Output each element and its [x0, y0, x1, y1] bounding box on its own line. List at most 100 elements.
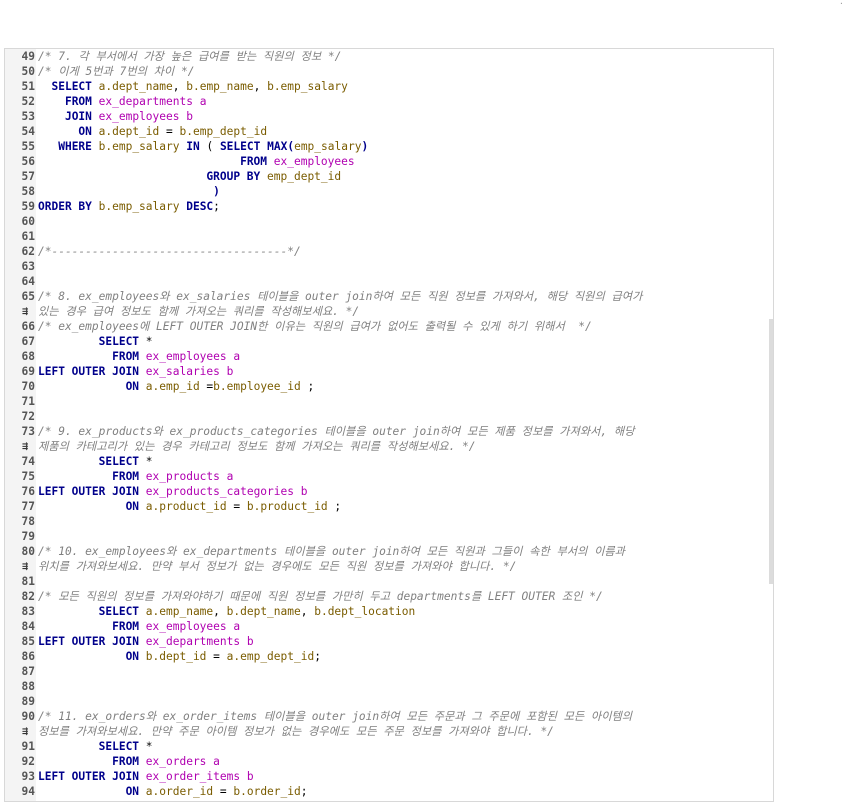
- code-line[interactable]: 77 ON a.product_id = b.product_id ;: [5, 499, 773, 514]
- code-line[interactable]: 94 ON a.order_id = b.order_id;: [5, 784, 773, 799]
- line-number: 67: [21, 335, 35, 348]
- code-line[interactable]: 93 LEFT OUTER JOIN ex_order_items b: [5, 769, 773, 784]
- token-kw: FROM: [112, 350, 140, 363]
- token-kw: SELECT: [219, 140, 261, 153]
- code-line[interactable]: 62/*-----------------------------------*…: [5, 244, 773, 259]
- line-number: 60: [21, 215, 35, 228]
- code-line[interactable]: 67 SELECT *: [5, 334, 773, 349]
- line-number: 82: [21, 590, 35, 603]
- line-number: 57: [21, 170, 35, 183]
- code-line[interactable]: 61: [5, 229, 773, 244]
- code-line[interactable]: 56 FROM ex_employees: [5, 154, 773, 169]
- token-tb: a: [199, 95, 207, 108]
- code-line[interactable]: 80/* 10. ex_employees와 ex_departments 테이…: [5, 544, 773, 559]
- code-line[interactable]: 69 LEFT OUTER JOIN ex_salaries b: [5, 364, 773, 379]
- code-line[interactable]: 87: [5, 664, 773, 679]
- token-kw: SELECT: [51, 80, 92, 93]
- code-line[interactable]: 55 WHERE b.emp_salary IN ( SELECT MAX(em…: [5, 139, 773, 154]
- token-id: b.employee_id: [213, 380, 301, 393]
- code-line[interactable]: 65/* 8. ex_employees와 ex_salaries 테이블을 o…: [5, 289, 773, 304]
- code-line[interactable]: 49/* 7. 각 부서에서 가장 높은 급여를 받는 직원의 정보 */: [5, 49, 773, 64]
- code-line[interactable]: 91 SELECT *: [5, 739, 773, 754]
- line-number: 84: [21, 620, 35, 633]
- line-number: 83: [21, 605, 35, 618]
- code-text: SELECT *: [38, 454, 153, 469]
- code-line[interactable]: 83 SELECT a.emp_name, b.dept_name, b.dep…: [5, 604, 773, 619]
- code-line[interactable]: 88: [5, 679, 773, 694]
- code-line[interactable]: 70 ON a.emp_id =b.employee_id ;: [5, 379, 773, 394]
- code-line[interactable]: 92 FROM ex_orders a: [5, 754, 773, 769]
- code-line[interactable]: 85 LEFT OUTER JOIN ex_departments b: [5, 634, 773, 649]
- code-line[interactable]: 66/* ex_employees에 LEFT OUTER JOIN한 이유는 …: [5, 319, 773, 334]
- code-line[interactable]: 64: [5, 274, 773, 289]
- line-number: 63: [21, 260, 35, 273]
- code-line[interactable]: 71: [5, 394, 773, 409]
- token-tb: ex_order_items: [145, 770, 241, 783]
- wrap-arrow-icon: ⇶: [22, 306, 29, 317]
- code-line[interactable]: 82/* 모든 직원의 정보를 가져와야하기 때문에 직원 정보를 가만히 두고…: [5, 589, 773, 604]
- code-line[interactable]: 58 ): [5, 184, 773, 199]
- code-line[interactable]: 86 ON b.dept_id = a.emp_dept_id;: [5, 649, 773, 664]
- code-line[interactable]: 52 FROM ex_departments a: [5, 94, 773, 109]
- code-line[interactable]: ⇶ 정보를 가져와보세요. 만약 주문 아이템 정보가 없는 경우에도 모든 주문…: [5, 724, 773, 739]
- vertical-scrollbar[interactable]: [769, 319, 773, 584]
- line-number: 76: [21, 485, 35, 498]
- token-id: a.dept_id: [98, 125, 160, 138]
- code-line[interactable]: 59 ORDER BY b.emp_salary DESC;: [5, 199, 773, 214]
- token-pl: ,: [253, 80, 268, 93]
- code-line[interactable]: 50/* 이게 5번과 7번의 차이 */: [5, 64, 773, 79]
- window-corner-mark: ·: [839, 0, 844, 8]
- code-line[interactable]: ⇶ 위치를 가져와보세요. 만약 부서 정보가 없는 경우에도 모든 직원 정보를…: [5, 559, 773, 574]
- code-line[interactable]: 76 LEFT OUTER JOIN ex_products_categories…: [5, 484, 773, 499]
- code-line[interactable]: 73/* 9. ex_products와 ex_products_categor…: [5, 424, 773, 439]
- token-kw: GROUP BY: [206, 170, 261, 183]
- code-line[interactable]: 89: [5, 694, 773, 709]
- code-line[interactable]: 72: [5, 409, 773, 424]
- code-line[interactable]: 54 ON a.dept_id = b.emp_dept_id: [5, 124, 773, 139]
- token-tb: ex_salaries: [145, 365, 220, 378]
- code-line[interactable]: 60: [5, 214, 773, 229]
- sql-editor[interactable]: 49/* 7. 각 부서에서 가장 높은 급여를 받는 직원의 정보 */50/…: [4, 48, 774, 802]
- line-number: 94: [21, 785, 35, 798]
- code-line[interactable]: 84 FROM ex_employees a: [5, 619, 773, 634]
- token-tb: a: [213, 755, 220, 768]
- code-line[interactable]: 51 SELECT a.dept_name, b.emp_name, b.emp…: [5, 79, 773, 94]
- line-number: 59: [21, 200, 35, 213]
- line-number: 71: [21, 395, 35, 408]
- token-kw: ON: [125, 500, 140, 513]
- code-line[interactable]: ⇶ 제품의 카테고리가 있는 경우 카테고리 정보도 함께 가져오는 쿼리를 작성…: [5, 439, 773, 454]
- code-line[interactable]: ⇶ 있는 경우 급여 정보도 함께 가져오는 쿼리를 작성해보세요. */: [5, 304, 773, 319]
- line-number: 80: [21, 545, 35, 558]
- code-text: LEFT OUTER JOIN ex_departments b: [38, 634, 254, 649]
- code-lines: 49/* 7. 각 부서에서 가장 높은 급여를 받는 직원의 정보 */50/…: [5, 49, 773, 799]
- code-line[interactable]: 74 SELECT *: [5, 454, 773, 469]
- line-number: 81: [21, 575, 35, 588]
- line-number: 77: [21, 500, 35, 513]
- code-line[interactable]: 57 GROUP BY emp_dept_id: [5, 169, 773, 184]
- code-line[interactable]: 63: [5, 259, 773, 274]
- token-pl: =: [206, 650, 227, 663]
- code-line[interactable]: 90/* 11. ex_orders와 ex_order_items 테이블을 …: [5, 709, 773, 724]
- token-id: b.product_id: [246, 500, 328, 513]
- line-number: 92: [21, 755, 35, 768]
- code-line[interactable]: 68 FROM ex_employees a: [5, 349, 773, 364]
- code-text: LEFT OUTER JOIN ex_products_categories b: [38, 484, 307, 499]
- code-line[interactable]: 78: [5, 514, 773, 529]
- code-text: /* 모든 직원의 정보를 가져와야하기 때문에 직원 정보를 가만히 두고 d…: [38, 589, 603, 604]
- code-line[interactable]: 53 JOIN ex_employees b: [5, 109, 773, 124]
- code-line[interactable]: 81: [5, 574, 773, 589]
- code-line[interactable]: 79: [5, 529, 773, 544]
- token-kw: WHERE: [58, 140, 92, 153]
- code-line[interactable]: 75 FROM ex_products a: [5, 469, 773, 484]
- line-number: 50: [21, 65, 35, 78]
